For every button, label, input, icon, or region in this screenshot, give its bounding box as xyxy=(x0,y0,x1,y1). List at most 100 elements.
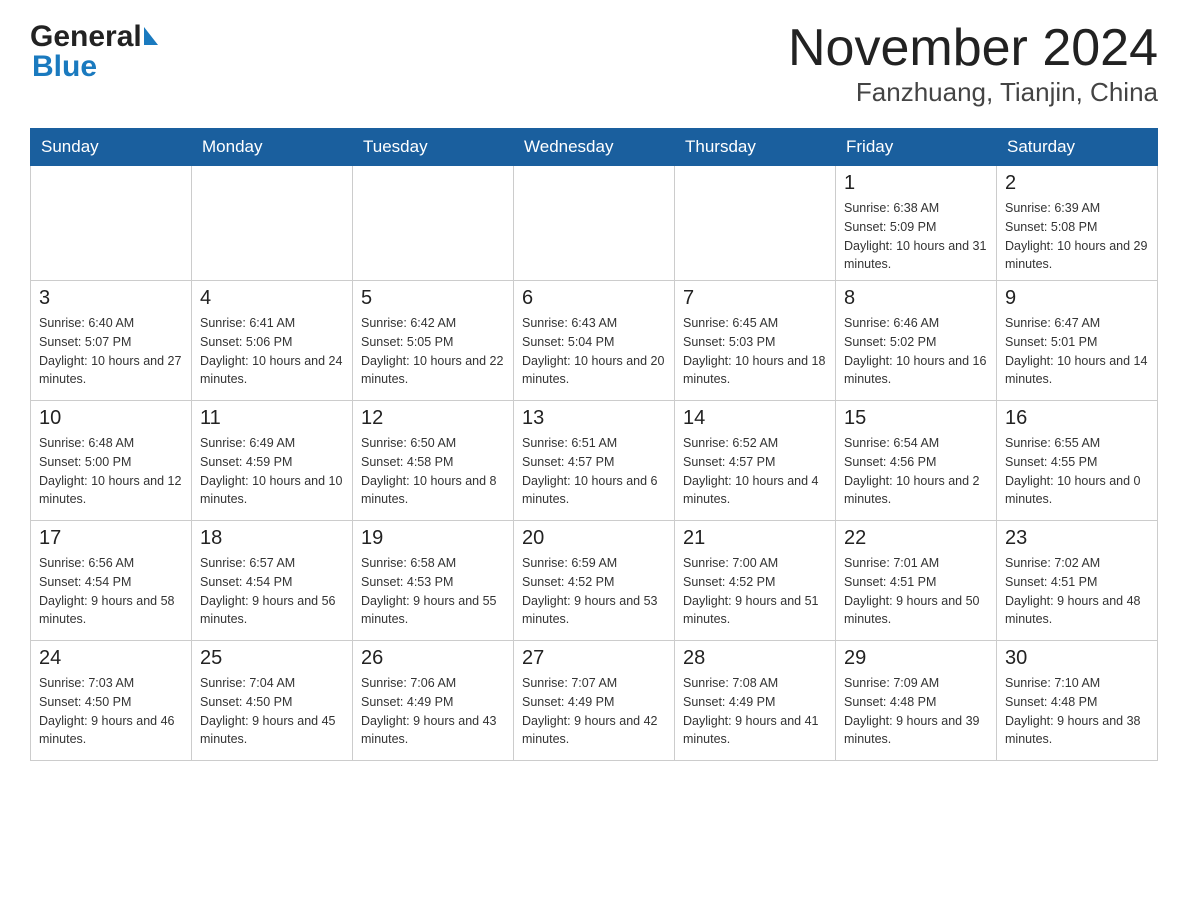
day-number: 21 xyxy=(683,527,827,550)
calendar-cell: 29Sunrise: 7:09 AMSunset: 4:48 PMDayligh… xyxy=(836,641,997,761)
week-row-1: 1 Sunrise: 6:38 AMSunset: 5:09 PMDaylight… xyxy=(31,166,1158,281)
calendar-cell: 5Sunrise: 6:42 AMSunset: 5:05 PMDaylight… xyxy=(353,281,514,401)
day-number: 1 xyxy=(844,172,988,195)
calendar-cell xyxy=(353,166,514,281)
calendar-cell xyxy=(514,166,675,281)
weekday-header-friday: Friday xyxy=(836,129,997,166)
calendar-cell: 23 Sunrise: 7:02 AMSunset: 4:51 PMDayligh… xyxy=(997,521,1158,641)
day-info: Sunrise: 7:10 AMSunset: 4:48 PMDaylight:… xyxy=(1005,674,1149,749)
calendar-cell: 18Sunrise: 6:57 AMSunset: 4:54 PMDayligh… xyxy=(192,521,353,641)
calendar-table: SundayMondayTuesdayWednesdayThursdayFrid… xyxy=(30,128,1158,761)
calendar-cell: 24 Sunrise: 7:03 AMSunset: 4:50 PMDayligh… xyxy=(31,641,192,761)
day-number: 26 xyxy=(361,647,505,670)
calendar-title: November 2024 xyxy=(788,20,1158,77)
day-number: 28 xyxy=(683,647,827,670)
calendar-cell: 19Sunrise: 6:58 AMSunset: 4:53 PMDayligh… xyxy=(353,521,514,641)
day-info: Sunrise: 6:59 AMSunset: 4:52 PMDaylight:… xyxy=(522,554,666,629)
week-row-4: 17 Sunrise: 6:56 AMSunset: 4:54 PMDayligh… xyxy=(31,521,1158,641)
day-info: Sunrise: 7:03 AMSunset: 4:50 PMDaylight:… xyxy=(39,674,183,749)
day-number: 4 xyxy=(200,287,344,310)
calendar-cell: 3Sunrise: 6:40 AMSunset: 5:07 PMDaylight… xyxy=(31,281,192,401)
calendar-cell: 8Sunrise: 6:46 AMSunset: 5:02 PMDaylight… xyxy=(836,281,997,401)
calendar-cell: 22Sunrise: 7:01 AMSunset: 4:51 PMDayligh… xyxy=(836,521,997,641)
day-number: 11 xyxy=(200,407,344,430)
day-info: Sunrise: 7:07 AMSunset: 4:49 PMDaylight:… xyxy=(522,674,666,749)
day-number: 29 xyxy=(844,647,988,670)
day-info: Sunrise: 7:02 AMSunset: 4:51 PMDaylight:… xyxy=(1005,554,1149,629)
logo-blue-text: Blue xyxy=(30,50,97,84)
calendar-cell: 1 Sunrise: 6:38 AMSunset: 5:09 PMDaylight… xyxy=(836,166,997,281)
day-info: Sunrise: 6:57 AMSunset: 4:54 PMDaylight:… xyxy=(200,554,344,629)
day-number: 24 xyxy=(39,647,183,670)
calendar-cell: 6Sunrise: 6:43 AMSunset: 5:04 PMDaylight… xyxy=(514,281,675,401)
calendar-cell: 10 Sunrise: 6:48 AMSunset: 5:00 PMDayligh… xyxy=(31,401,192,521)
day-info: Sunrise: 6:52 AMSunset: 4:57 PMDaylight:… xyxy=(683,434,827,509)
week-row-5: 24 Sunrise: 7:03 AMSunset: 4:50 PMDayligh… xyxy=(31,641,1158,761)
day-info: Sunrise: 6:51 AMSunset: 4:57 PMDaylight:… xyxy=(522,434,666,509)
calendar-cell: 2 Sunrise: 6:39 AMSunset: 5:08 PMDaylight… xyxy=(997,166,1158,281)
day-info: Sunrise: 6:49 AMSunset: 4:59 PMDaylight:… xyxy=(200,434,344,509)
weekday-header-thursday: Thursday xyxy=(675,129,836,166)
weekday-header-wednesday: Wednesday xyxy=(514,129,675,166)
week-row-3: 10 Sunrise: 6:48 AMSunset: 5:00 PMDayligh… xyxy=(31,401,1158,521)
calendar-cell: 9 Sunrise: 6:47 AMSunset: 5:01 PMDaylight… xyxy=(997,281,1158,401)
day-info: Sunrise: 6:40 AMSunset: 5:07 PMDaylight:… xyxy=(39,314,183,389)
day-info: Sunrise: 7:06 AMSunset: 4:49 PMDaylight:… xyxy=(361,674,505,749)
calendar-body: 1 Sunrise: 6:38 AMSunset: 5:09 PMDaylight… xyxy=(31,166,1158,761)
logo-arrow-icon xyxy=(144,27,158,45)
day-number: 8 xyxy=(844,287,988,310)
calendar-subtitle: Fanzhuang, Tianjin, China xyxy=(788,77,1158,108)
logo: General Blue xyxy=(30,20,158,84)
day-number: 23 xyxy=(1005,527,1149,550)
day-info: Sunrise: 7:04 AMSunset: 4:50 PMDaylight:… xyxy=(200,674,344,749)
calendar-cell: 12 Sunrise: 6:50 AMSunset: 4:58 PMDayligh… xyxy=(353,401,514,521)
weekday-header-tuesday: Tuesday xyxy=(353,129,514,166)
day-info: Sunrise: 6:47 AMSunset: 5:01 PMDaylight:… xyxy=(1005,314,1149,389)
day-info: Sunrise: 6:48 AMSunset: 5:00 PMDaylight:… xyxy=(39,434,183,509)
day-info: Sunrise: 6:38 AMSunset: 5:09 PMDaylight:… xyxy=(844,199,988,274)
day-info: Sunrise: 6:42 AMSunset: 5:05 PMDaylight:… xyxy=(361,314,505,389)
weekday-header-saturday: Saturday xyxy=(997,129,1158,166)
logo-general-text: General xyxy=(30,20,142,54)
day-info: Sunrise: 6:45 AMSunset: 5:03 PMDaylight:… xyxy=(683,314,827,389)
calendar-cell: 7Sunrise: 6:45 AMSunset: 5:03 PMDaylight… xyxy=(675,281,836,401)
day-number: 6 xyxy=(522,287,666,310)
calendar-cell: 4 Sunrise: 6:41 AMSunset: 5:06 PMDaylight… xyxy=(192,281,353,401)
day-number: 10 xyxy=(39,407,183,430)
day-number: 9 xyxy=(1005,287,1149,310)
calendar-cell: 27 Sunrise: 7:07 AMSunset: 4:49 PMDayligh… xyxy=(514,641,675,761)
day-number: 17 xyxy=(39,527,183,550)
title-block: November 2024 Fanzhuang, Tianjin, China xyxy=(788,20,1158,108)
day-info: Sunrise: 7:00 AMSunset: 4:52 PMDaylight:… xyxy=(683,554,827,629)
calendar-cell: 17 Sunrise: 6:56 AMSunset: 4:54 PMDayligh… xyxy=(31,521,192,641)
day-number: 2 xyxy=(1005,172,1149,195)
page-header: General Blue November 2024 Fanzhuang, Ti… xyxy=(30,20,1158,108)
weekday-header-row: SundayMondayTuesdayWednesdayThursdayFrid… xyxy=(31,129,1158,166)
day-info: Sunrise: 6:56 AMSunset: 4:54 PMDaylight:… xyxy=(39,554,183,629)
calendar-cell: 28 Sunrise: 7:08 AMSunset: 4:49 PMDayligh… xyxy=(675,641,836,761)
day-number: 13 xyxy=(522,407,666,430)
weekday-header-monday: Monday xyxy=(192,129,353,166)
calendar-header: SundayMondayTuesdayWednesdayThursdayFrid… xyxy=(31,129,1158,166)
day-info: Sunrise: 6:39 AMSunset: 5:08 PMDaylight:… xyxy=(1005,199,1149,274)
day-number: 30 xyxy=(1005,647,1149,670)
day-number: 19 xyxy=(361,527,505,550)
day-info: Sunrise: 6:41 AMSunset: 5:06 PMDaylight:… xyxy=(200,314,344,389)
day-number: 16 xyxy=(1005,407,1149,430)
day-info: Sunrise: 7:08 AMSunset: 4:49 PMDaylight:… xyxy=(683,674,827,749)
day-number: 15 xyxy=(844,407,988,430)
day-info: Sunrise: 6:54 AMSunset: 4:56 PMDaylight:… xyxy=(844,434,988,509)
calendar-cell xyxy=(192,166,353,281)
calendar-cell: 30 Sunrise: 7:10 AMSunset: 4:48 PMDayligh… xyxy=(997,641,1158,761)
day-info: Sunrise: 6:50 AMSunset: 4:58 PMDaylight:… xyxy=(361,434,505,509)
day-number: 27 xyxy=(522,647,666,670)
calendar-cell: 14 Sunrise: 6:52 AMSunset: 4:57 PMDayligh… xyxy=(675,401,836,521)
week-row-2: 3Sunrise: 6:40 AMSunset: 5:07 PMDaylight… xyxy=(31,281,1158,401)
day-number: 12 xyxy=(361,407,505,430)
calendar-cell: 25Sunrise: 7:04 AMSunset: 4:50 PMDayligh… xyxy=(192,641,353,761)
day-number: 14 xyxy=(683,407,827,430)
calendar-cell: 15 Sunrise: 6:54 AMSunset: 4:56 PMDayligh… xyxy=(836,401,997,521)
calendar-cell: 26 Sunrise: 7:06 AMSunset: 4:49 PMDayligh… xyxy=(353,641,514,761)
calendar-cell: 11 Sunrise: 6:49 AMSunset: 4:59 PMDayligh… xyxy=(192,401,353,521)
calendar-cell xyxy=(675,166,836,281)
